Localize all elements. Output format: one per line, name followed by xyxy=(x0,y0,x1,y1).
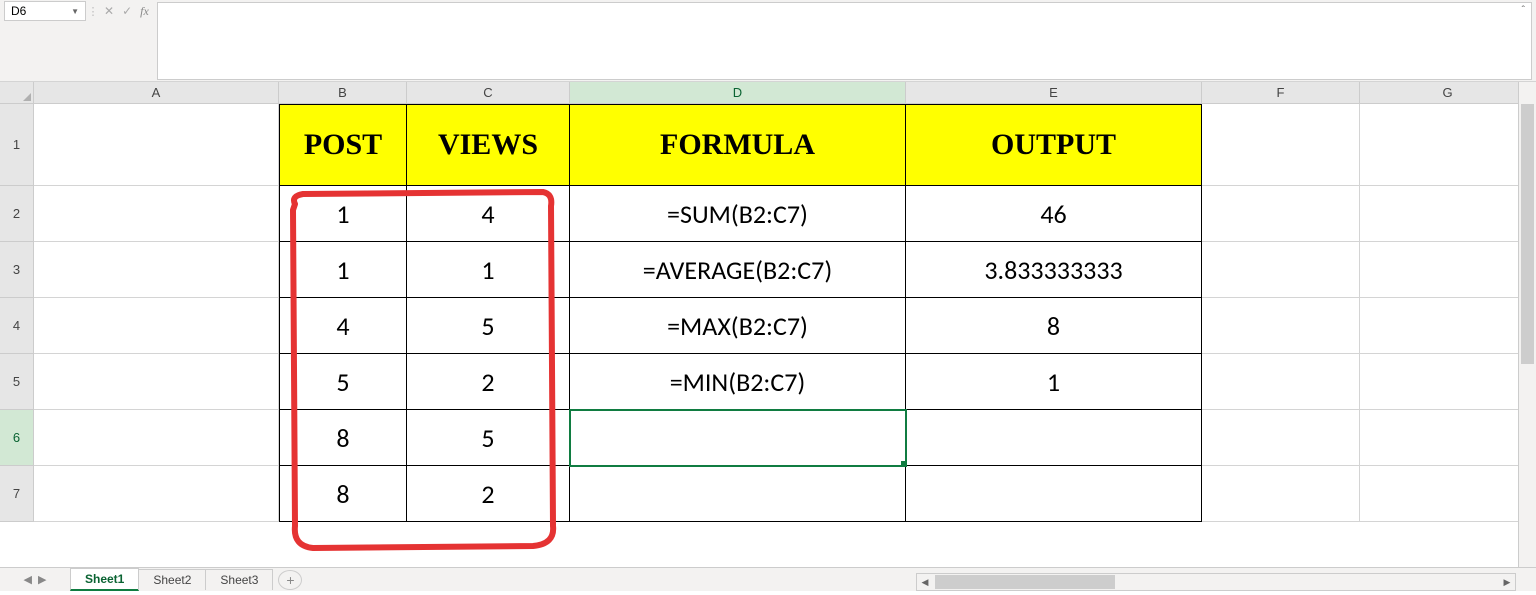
cell-F6[interactable] xyxy=(1202,410,1360,466)
cell-A1[interactable] xyxy=(34,104,279,186)
cell-G2[interactable] xyxy=(1360,186,1536,242)
vertical-scrollbar-thumb[interactable] xyxy=(1521,104,1534,364)
cell-E1[interactable]: OUTPUT xyxy=(906,104,1202,186)
row-6: 6 8 5 xyxy=(0,410,1536,466)
formula-input[interactable]: ˆ xyxy=(157,2,1532,80)
cell-A7[interactable] xyxy=(34,466,279,522)
cell-F4[interactable] xyxy=(1202,298,1360,354)
cancel-formula-icon[interactable]: ✕ xyxy=(104,4,114,18)
cell-G3[interactable] xyxy=(1360,242,1536,298)
cell-C1[interactable]: VIEWS xyxy=(407,104,570,186)
cell-C3[interactable]: 1 xyxy=(407,242,570,298)
cell-B4[interactable]: 4 xyxy=(279,298,407,354)
cell-D5[interactable]: =MIN(B2:C7) xyxy=(570,354,906,410)
cell-F2[interactable] xyxy=(1202,186,1360,242)
cell-F5[interactable] xyxy=(1202,354,1360,410)
cell-E4[interactable]: 8 xyxy=(906,298,1202,354)
row-header-3[interactable]: 3 xyxy=(0,242,34,298)
cell-G4[interactable] xyxy=(1360,298,1536,354)
add-sheet-button[interactable]: + xyxy=(278,570,302,590)
cell-A3[interactable] xyxy=(34,242,279,298)
cell-D6[interactable] xyxy=(570,410,906,466)
name-box-wrap: D6 ▼ xyxy=(0,0,90,22)
sheet-tab-1[interactable]: Sheet1 xyxy=(70,568,139,591)
cell-C5[interactable]: 2 xyxy=(407,354,570,410)
row-7: 7 8 2 xyxy=(0,466,1536,522)
cell-F3[interactable] xyxy=(1202,242,1360,298)
col-header-E[interactable]: E xyxy=(906,82,1202,103)
row-2: 2 1 4 =SUM(B2:C7) 46 xyxy=(0,186,1536,242)
cell-D7[interactable] xyxy=(570,466,906,522)
hscroll-left-icon[interactable]: ◀ xyxy=(917,577,933,588)
horizontal-scrollbar-thumb[interactable] xyxy=(935,575,1115,589)
vertical-scrollbar[interactable] xyxy=(1518,82,1536,567)
cell-C7[interactable]: 2 xyxy=(407,466,570,522)
grid-area: 1 POST VIEWS FORMULA OUTPUT 2 1 4 =SUM(B… xyxy=(0,104,1536,568)
cell-E6[interactable] xyxy=(906,410,1202,466)
row-header-1[interactable]: 1 xyxy=(0,104,34,186)
horizontal-scrollbar[interactable]: ◀ ▶ xyxy=(916,573,1516,591)
row-3: 3 1 1 =AVERAGE(B2:C7) 3.833333333 xyxy=(0,242,1536,298)
accept-formula-icon[interactable]: ✓ xyxy=(122,4,132,18)
cell-B2[interactable]: 1 xyxy=(279,186,407,242)
cell-G5[interactable] xyxy=(1360,354,1536,410)
col-header-C[interactable]: C xyxy=(407,82,570,103)
cell-C4[interactable]: 5 xyxy=(407,298,570,354)
formula-collapse-icon[interactable]: ˆ xyxy=(1522,5,1525,16)
cell-A4[interactable] xyxy=(34,298,279,354)
sheet-tab-3[interactable]: Sheet3 xyxy=(205,569,273,590)
col-header-A[interactable]: A xyxy=(34,82,279,103)
row-1: 1 POST VIEWS FORMULA OUTPUT xyxy=(0,104,1536,186)
formula-bar-buttons: ✕ ✓ fx xyxy=(96,0,157,22)
select-all-corner[interactable] xyxy=(0,82,34,103)
name-box[interactable]: D6 ▼ xyxy=(4,1,86,21)
col-header-F[interactable]: F xyxy=(1202,82,1360,103)
row-header-2[interactable]: 2 xyxy=(0,186,34,242)
col-header-D[interactable]: D xyxy=(570,82,906,103)
sheet-tab-2[interactable]: Sheet2 xyxy=(138,569,206,590)
cell-G7[interactable] xyxy=(1360,466,1536,522)
col-header-G[interactable]: G xyxy=(1360,82,1536,103)
cell-A5[interactable] xyxy=(34,354,279,410)
sheet-nav-next-icon[interactable]: ▶ xyxy=(38,573,46,586)
hscroll-right-icon[interactable]: ▶ xyxy=(1499,577,1515,588)
col-header-B[interactable]: B xyxy=(279,82,407,103)
column-headers: A B C D E F G xyxy=(0,82,1536,104)
row-5: 5 5 2 =MIN(B2:C7) 1 xyxy=(0,354,1536,410)
formula-bar-area: D6 ▼ ⋮ ✕ ✓ fx ˆ xyxy=(0,0,1536,82)
cell-D3[interactable]: =AVERAGE(B2:C7) xyxy=(570,242,906,298)
row-header-6[interactable]: 6 xyxy=(0,410,34,466)
cell-B1[interactable]: POST xyxy=(279,104,407,186)
cell-B7[interactable]: 8 xyxy=(279,466,407,522)
cell-G1[interactable] xyxy=(1360,104,1536,186)
cell-C6[interactable]: 5 xyxy=(407,410,570,466)
fx-icon[interactable]: fx xyxy=(140,4,149,19)
name-box-value: D6 xyxy=(11,4,26,18)
row-4: 4 4 5 =MAX(B2:C7) 8 xyxy=(0,298,1536,354)
cell-F1[interactable] xyxy=(1202,104,1360,186)
cell-G6[interactable] xyxy=(1360,410,1536,466)
name-box-dropdown-icon[interactable]: ▼ xyxy=(71,7,79,16)
cell-D4[interactable]: =MAX(B2:C7) xyxy=(570,298,906,354)
cell-D1[interactable]: FORMULA xyxy=(570,104,906,186)
cell-A2[interactable] xyxy=(34,186,279,242)
cell-D2[interactable]: =SUM(B2:C7) xyxy=(570,186,906,242)
row-header-4[interactable]: 4 xyxy=(0,298,34,354)
cell-B3[interactable]: 1 xyxy=(279,242,407,298)
sheet-nav[interactable]: ◀ ▶ xyxy=(0,573,70,586)
cell-E5[interactable]: 1 xyxy=(906,354,1202,410)
cell-C2[interactable]: 4 xyxy=(407,186,570,242)
cell-B5[interactable]: 5 xyxy=(279,354,407,410)
row-header-5[interactable]: 5 xyxy=(0,354,34,410)
cell-A6[interactable] xyxy=(34,410,279,466)
cell-B6[interactable]: 8 xyxy=(279,410,407,466)
cell-E2[interactable]: 46 xyxy=(906,186,1202,242)
cell-E7[interactable] xyxy=(906,466,1202,522)
row-header-7[interactable]: 7 xyxy=(0,466,34,522)
sheet-nav-prev-icon[interactable]: ◀ xyxy=(24,573,32,586)
cell-F7[interactable] xyxy=(1202,466,1360,522)
cell-E3[interactable]: 3.833333333 xyxy=(906,242,1202,298)
